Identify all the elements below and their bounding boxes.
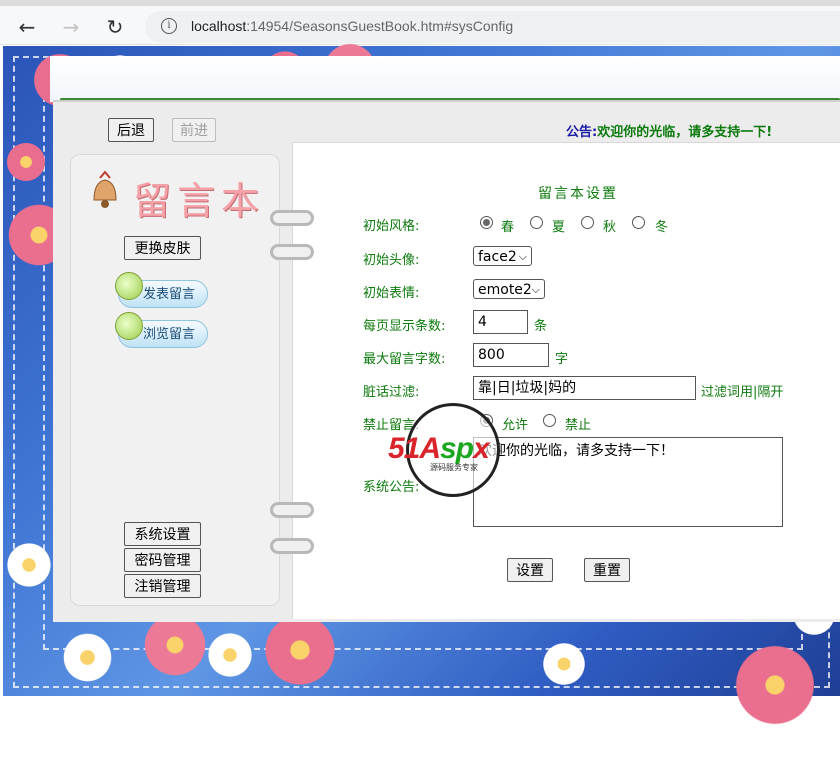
url-host: localhost xyxy=(191,18,247,34)
header-strip xyxy=(50,56,840,102)
season-radio-winter[interactable] xyxy=(632,216,645,229)
forward-button[interactable]: 前进 xyxy=(172,118,216,142)
notepad-icon xyxy=(115,312,143,340)
per-page-label: 每页显示条数: xyxy=(363,319,446,334)
ban-label-allow: 允许 xyxy=(502,418,529,433)
binder-ring xyxy=(270,244,314,260)
post-message-label: 发表留言 xyxy=(143,287,196,302)
season-label-spring: 春 xyxy=(501,220,515,235)
notice-label: 公告: xyxy=(566,125,598,140)
filter-label: 脏话过滤: xyxy=(363,385,420,400)
per-page-input[interactable]: 4 xyxy=(473,310,528,334)
announce-label: 系统公告: xyxy=(363,480,420,495)
notice-text: 欢迎你的光临，请多支持一下! xyxy=(597,125,773,140)
tab-strip-edge xyxy=(0,0,840,6)
back-button[interactable]: 后退 xyxy=(108,118,154,142)
url-path: :14954/SeasonsGuestBook.htm#sysConfig xyxy=(246,18,514,34)
ban-label-forbid: 禁止 xyxy=(565,418,592,433)
max-chars-label: 最大留言字数: xyxy=(363,352,446,367)
flower-decoration xyxy=(260,610,340,690)
season-label-summer: 夏 xyxy=(552,220,566,235)
reset-settings-button[interactable]: 重置 xyxy=(584,558,630,582)
season-radio-spring[interactable] xyxy=(480,216,493,229)
max-chars-input[interactable]: 800 xyxy=(473,343,549,367)
browse-messages-label: 浏览留言 xyxy=(143,327,196,342)
binder-ring xyxy=(270,210,314,226)
avatar-select[interactable]: face2 ⌵ xyxy=(473,246,532,266)
emote-label: 初始表情: xyxy=(363,286,420,301)
password-manage-button[interactable]: 密码管理 xyxy=(124,548,201,572)
address-bar[interactable]: i localhost:14954/SeasonsGuestBook.htm#s… xyxy=(145,11,840,43)
notepad-icon xyxy=(115,272,143,300)
url-text[interactable]: localhost:14954/SeasonsGuestBook.htm#sys… xyxy=(191,18,513,34)
notice-bar: 公告:欢迎你的光临，请多支持一下! xyxy=(566,121,772,140)
season-label-winter: 冬 xyxy=(655,220,669,235)
flower-decoration xyxy=(540,640,588,688)
arrow-right-icon[interactable]: → xyxy=(58,14,84,40)
chevron-down-icon: ⌵ xyxy=(531,283,540,296)
flower-decoration xyxy=(730,640,820,730)
watermark-logo: 51Aspx xyxy=(388,432,490,466)
season-radio-summer[interactable] xyxy=(530,216,543,229)
reload-icon[interactable]: ↻ xyxy=(102,14,128,40)
per-page-unit: 条 xyxy=(534,319,548,334)
binder-ring xyxy=(270,502,314,518)
settings-title: 留言本设置 xyxy=(538,186,618,202)
announce-textarea[interactable]: 欢迎你的光临，请多支持一下！ xyxy=(473,437,783,527)
info-icon[interactable]: i xyxy=(161,18,177,34)
season-radio-autumn[interactable] xyxy=(581,216,594,229)
flower-decoration xyxy=(4,540,54,590)
flower-decoration xyxy=(4,140,48,184)
season-label-autumn: 秋 xyxy=(603,220,617,235)
watermark-brand-a: 51A xyxy=(388,432,441,465)
flower-decoration xyxy=(205,630,255,680)
flower-decoration xyxy=(60,630,115,685)
filter-hint: 过滤词用|隔开 xyxy=(701,385,784,400)
avatar-select-value: face2 xyxy=(478,249,517,265)
bell-icon xyxy=(93,170,117,208)
max-chars-unit: 字 xyxy=(555,352,569,367)
submit-settings-button[interactable]: 设置 xyxy=(507,558,553,582)
watermark-brand-c: x xyxy=(473,432,490,465)
arrow-left-icon[interactable]: ← xyxy=(14,14,40,40)
browser-toolbar: ← → ↻ i localhost:14954/SeasonsGuestBook… xyxy=(0,0,840,45)
binder-ring xyxy=(270,538,314,554)
system-settings-button[interactable]: 系统设置 xyxy=(124,522,201,546)
guestbook-logo: 留言本 xyxy=(133,179,266,223)
change-skin-button[interactable]: 更换皮肤 xyxy=(124,236,201,260)
chevron-down-icon: ⌵ xyxy=(518,250,527,263)
avatar-label: 初始头像: xyxy=(363,253,420,268)
style-label: 初始风格: xyxy=(363,219,420,234)
watermark-subtitle: 源码服务专家 xyxy=(430,463,478,472)
ban-radio-forbid[interactable] xyxy=(543,414,556,427)
logout-manage-button[interactable]: 注销管理 xyxy=(124,574,201,598)
emote-select-value: emote2 xyxy=(478,282,532,298)
filter-input[interactable]: 靠|日|垃圾|妈的 xyxy=(473,376,696,400)
watermark-brand-b: sp xyxy=(440,432,474,465)
emote-select[interactable]: emote2 ⌵ xyxy=(473,279,545,299)
